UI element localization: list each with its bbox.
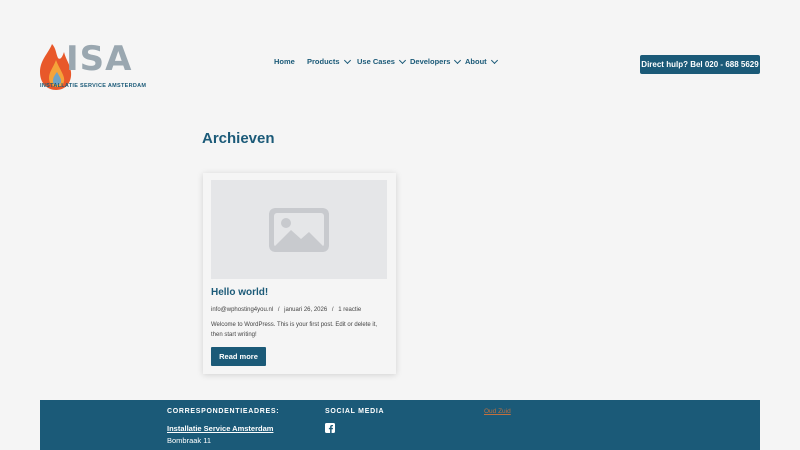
address-street: Bombraak 11: [167, 436, 212, 445]
site-footer: CORRESPONDENTIEADRES: Installatie Servic…: [40, 400, 760, 450]
nav-developers[interactable]: Developers: [410, 56, 462, 66]
read-more-button[interactable]: Read more: [211, 347, 266, 366]
nav-use-cases-label: Use Cases: [357, 57, 395, 66]
post-thumbnail[interactable]: [211, 180, 387, 279]
post-date[interactable]: januari 26, 2026: [284, 307, 327, 313]
post-meta: info@wphosting4you.nl / januari 26, 2026…: [211, 307, 361, 313]
post-comments[interactable]: 1 reactie: [338, 307, 361, 313]
nav-developers-label: Developers: [410, 57, 451, 66]
logo-tagline: INSTALLATIE SERVICE AMSTERDAM: [40, 83, 147, 89]
facebook-icon[interactable]: [325, 423, 335, 433]
call-button[interactable]: Direct hulp? Bel 020 - 688 5629: [640, 55, 760, 74]
social-heading: SOCIAL MEDIA: [325, 408, 385, 415]
page-title: Archieven: [202, 130, 275, 147]
post-card: Hello world! info@wphosting4you.nl / jan…: [203, 173, 396, 374]
post-excerpt: Welcome to WordPress. This is your first…: [211, 322, 378, 338]
footer-link[interactable]: Oud Zuid: [484, 408, 511, 415]
meta-separator: /: [331, 307, 334, 313]
nav-home-label: Home: [274, 57, 295, 66]
chevron-down-icon: [490, 56, 498, 64]
chevron-down-icon: [343, 56, 351, 64]
nav-home[interactable]: Home: [274, 57, 295, 66]
logo-wordmark: ISA: [66, 39, 133, 79]
nav-about-label: About: [465, 57, 487, 66]
nav-products-label: Products: [307, 57, 340, 66]
nav-use-cases[interactable]: Use Cases: [357, 56, 406, 66]
company-link[interactable]: Installatie Service Amsterdam: [167, 424, 273, 433]
post-author[interactable]: info@wphosting4you.nl: [211, 307, 273, 313]
nav-about[interactable]: About: [465, 56, 498, 66]
nav-products[interactable]: Products: [307, 56, 351, 66]
post-title[interactable]: Hello world!: [211, 287, 268, 298]
image-placeholder-icon: [269, 208, 329, 252]
meta-separator: /: [277, 307, 280, 313]
chevron-down-icon: [454, 56, 462, 64]
chevron-down-icon: [398, 56, 406, 64]
address-heading: CORRESPONDENTIEADRES:: [167, 408, 280, 415]
